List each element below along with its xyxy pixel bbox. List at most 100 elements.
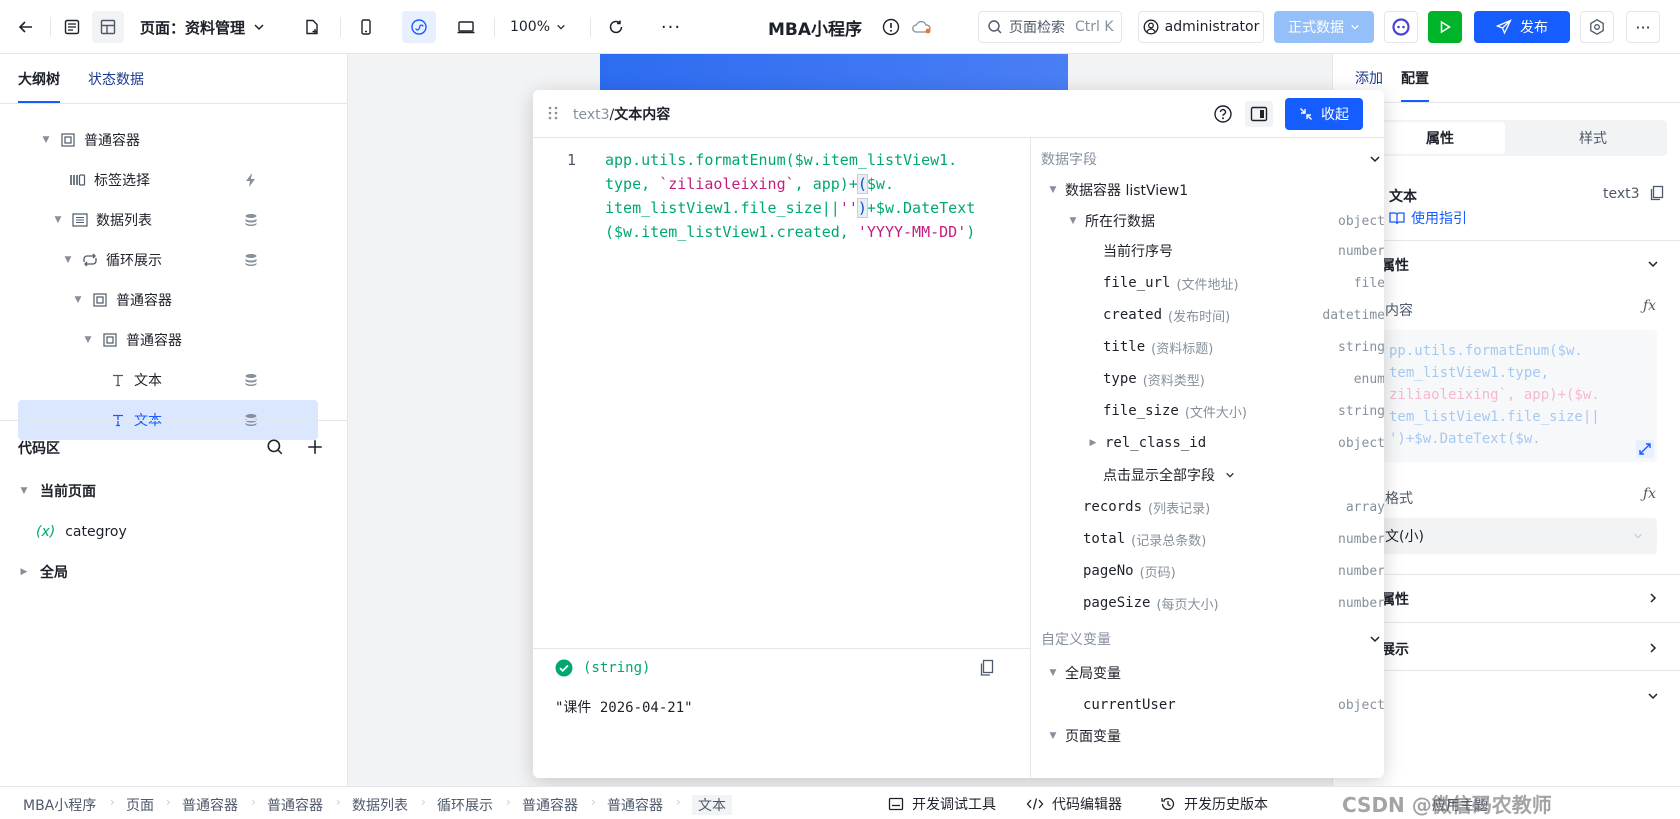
expand-editor-icon[interactable] (1636, 440, 1654, 458)
page-search-box[interactable]: 页面检索 Ctrl K (978, 11, 1122, 43)
zoom-selector[interactable]: 100% (508, 11, 568, 43)
fx-icon[interactable]: ƒx (1643, 298, 1656, 314)
copy-icon[interactable] (979, 659, 995, 677)
page-selector[interactable]: 页面：资料管理 (140, 11, 270, 43)
field-type: number (1338, 243, 1384, 259)
cloud-sync-icon[interactable] (908, 11, 936, 43)
list-field-item[interactable]: pageNo (页码) number (1083, 556, 1384, 586)
settings-hex-icon[interactable] (1580, 11, 1614, 43)
content-expression-preview[interactable]: pp.utils.formatEnum($w. tem_listView1.ty… (1381, 330, 1657, 462)
code-variable-item[interactable]: (x) categroy (36, 514, 127, 550)
global-vars-node[interactable]: ▼ 全局变量 (1047, 658, 1384, 688)
history-button[interactable]: 开发历史版本 (1160, 794, 1268, 814)
tab-config[interactable]: 配置 (1401, 68, 1429, 102)
publish-button[interactable]: 发布 (1474, 11, 1570, 43)
database-icon[interactable] (244, 213, 258, 227)
tab-outline-tree[interactable]: 大纲树 (18, 69, 60, 103)
more-menu-icon[interactable]: ··· (1626, 11, 1660, 43)
code-editor[interactable]: 1 app.utils.formatEnum($w.item_listView1… (533, 138, 1030, 648)
current-user-item[interactable]: currentUser object (1083, 690, 1384, 720)
section-display[interactable]: 展示 (1381, 639, 1409, 659)
data-mode-select[interactable]: 正式数据 (1274, 11, 1374, 43)
search-icon[interactable] (266, 438, 284, 456)
breadcrumb-item[interactable]: 普通容器 (522, 795, 578, 815)
format-select[interactable]: 文(小) (1381, 518, 1657, 554)
list-field-item[interactable]: total (记录总条数) number (1083, 524, 1384, 554)
seg-properties[interactable]: 属性 (1375, 122, 1505, 154)
tab-state-data[interactable]: 状态数据 (88, 69, 144, 103)
lightning-icon[interactable] (244, 172, 258, 188)
side-panel-toggle-icon[interactable] (1245, 101, 1273, 127)
row-data-node[interactable]: ▼ 所在行数据 object (1067, 206, 1384, 236)
chevron-right-icon[interactable] (1647, 642, 1659, 654)
show-all-fields-link[interactable]: 点击显示全部字段 (1103, 460, 1384, 490)
data-mode-label: 正式数据 (1288, 20, 1344, 36)
ai-assistant-icon[interactable] (1384, 11, 1418, 43)
page-vars-node[interactable]: ▼ 页面变量 (1047, 721, 1384, 751)
breadcrumb-item[interactable]: 普通容器 (267, 795, 323, 815)
mobile-device-icon[interactable] (352, 11, 380, 43)
breadcrumb-item[interactable]: 普通容器 (182, 795, 238, 815)
chevron-down-icon[interactable] (1647, 258, 1659, 270)
tree-node-container[interactable]: ▼ 普通容器 (18, 120, 318, 160)
chevron-down-icon (1350, 22, 1360, 32)
container-node[interactable]: ▼ 数据容器 listView1 (1047, 175, 1384, 205)
warning-icon[interactable] (878, 11, 904, 43)
chevron-right-icon[interactable] (1647, 592, 1659, 604)
more-icon[interactable]: ··· (656, 11, 686, 43)
fx-icon[interactable]: ƒx (1643, 486, 1656, 502)
preview-line: ziliaoleixing`, app)+($w. (1389, 387, 1600, 403)
tree-node-container[interactable]: ▼ 普通容器 (18, 320, 318, 360)
chevron-down-icon[interactable] (1647, 690, 1659, 702)
user-menu[interactable]: administrator (1138, 11, 1264, 43)
field-item[interactable]: file_size (文件大小) string (1103, 396, 1384, 426)
modal-breadcrumb: text3/文本内容 (573, 104, 670, 124)
tree-node-loop[interactable]: ▼ 循环展示 (18, 240, 318, 280)
field-item[interactable]: type (资料类型) enum (1103, 364, 1384, 394)
tree-node-container[interactable]: ▼ 普通容器 (18, 280, 318, 320)
field-type: datetime (1322, 307, 1384, 323)
list-field-item[interactable]: pageSize (每页大小) number (1083, 588, 1384, 618)
seg-style[interactable]: 样式 (1523, 122, 1663, 154)
field-item[interactable]: ▶ rel_class_id object (1087, 428, 1384, 458)
collapse-button[interactable]: 收起 (1285, 98, 1363, 130)
database-icon[interactable] (244, 373, 258, 387)
code-token: type, (605, 175, 660, 193)
code-current-page[interactable]: ▼ 当前页面 (18, 473, 96, 509)
tree-node-text[interactable]: 文本 (18, 360, 318, 400)
drag-handle-icon[interactable] (547, 105, 559, 121)
breadcrumb-item[interactable]: MBA小程序 (23, 795, 96, 815)
outline-view-icon[interactable] (58, 11, 86, 43)
breadcrumb-item-current[interactable]: 文本 (692, 795, 732, 815)
tree-node-data-list[interactable]: ▼ 数据列表 (18, 200, 318, 240)
field-item[interactable]: file_url (文件地址) file (1103, 268, 1384, 298)
section-properties-2[interactable]: 属性 (1381, 589, 1409, 609)
miniprogram-device-icon[interactable] (402, 11, 436, 43)
add-icon[interactable] (306, 438, 324, 456)
fields-header[interactable]: 数据字段 (1041, 144, 1381, 174)
field-item[interactable]: created (发布时间) datetime (1103, 300, 1384, 330)
breadcrumb-item[interactable]: 页面 (126, 795, 154, 815)
usage-guide-link[interactable]: 使用指引 (1389, 208, 1467, 228)
code-global[interactable]: ▶ 全局 (18, 554, 68, 590)
section-properties[interactable]: 属性 (1381, 255, 1409, 275)
breadcrumb-item[interactable]: 数据列表 (352, 795, 408, 815)
list-field-item[interactable]: records (列表记录) array (1083, 492, 1384, 522)
field-item[interactable]: title (资料标题) string (1103, 332, 1384, 362)
breadcrumb-item[interactable]: 普通容器 (607, 795, 663, 815)
copy-icon[interactable] (1649, 185, 1665, 201)
field-item[interactable]: 当前行序号 number (1103, 236, 1384, 266)
breadcrumb-item[interactable]: 循环展示 (437, 795, 493, 815)
custom-vars-header[interactable]: 自定义变量 (1041, 624, 1381, 654)
database-icon[interactable] (244, 253, 258, 267)
preview-play-icon[interactable] (1428, 11, 1462, 43)
layout-view-icon[interactable] (92, 11, 124, 43)
help-icon[interactable] (1213, 104, 1233, 124)
new-page-icon[interactable] (298, 11, 326, 43)
debug-tools-button[interactable]: 开发调试工具 (888, 794, 996, 814)
code-editor-button[interactable]: 代码编辑器 (1026, 794, 1122, 814)
back-arrow-icon[interactable] (12, 11, 40, 43)
refresh-icon[interactable] (602, 11, 630, 43)
pc-device-icon[interactable] (450, 11, 482, 43)
tree-node-tag-select[interactable]: 标签选择 (18, 160, 318, 200)
